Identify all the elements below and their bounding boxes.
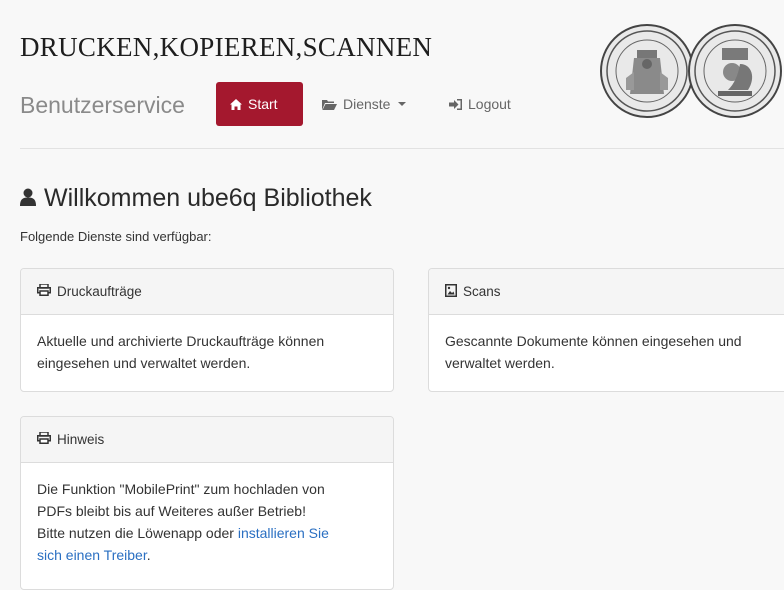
header-divider [20, 148, 784, 149]
panel-body: Gescannte Dokumente können eingesehen un… [429, 315, 784, 374]
print-icon [37, 283, 51, 299]
nav-dienste-label: Dienste [343, 96, 391, 112]
nav-start-label: Start [248, 96, 278, 112]
image-file-icon [445, 283, 457, 300]
panel-header[interactable]: Scans [429, 269, 784, 315]
seal-left-logo [600, 24, 694, 118]
panel-title: Scans [463, 284, 501, 299]
panel-text-line: Die Funktion "MobilePrint" zum hochladen… [37, 481, 325, 497]
panel-text-line: Gescannte Dokumente können eingesehen un… [445, 333, 742, 349]
panel-body: Die Funktion "MobilePrint" zum hochladen… [21, 463, 393, 566]
panel-scans[interactable]: Scans Gescannte Dokumente können eingese… [428, 268, 784, 392]
print-icon [37, 431, 51, 447]
home-icon [230, 98, 242, 110]
nav-logout-label: Logout [468, 96, 511, 112]
driver-install-link[interactable]: installieren Sie [238, 525, 329, 541]
panel-text-line: verwaltet werden. [445, 355, 555, 371]
user-icon [20, 184, 36, 213]
nav-logout-button[interactable]: Logout [445, 82, 515, 126]
panel-text-line: Aktuelle und archivierte Druckaufträge k… [37, 333, 325, 349]
nav-start-button[interactable]: Start [216, 82, 303, 126]
panel-text-segment: . [146, 547, 151, 563]
welcome-text: Willkommen ube6q Bibliothek [44, 184, 372, 212]
welcome-heading: Willkommen ube6q Bibliothek [20, 184, 372, 213]
panel-text-line: Bitte nutzen die Löwenapp oder installie… [37, 522, 377, 544]
panel-text-line: PDFs bleibt bis auf Weiteres außer Betri… [37, 503, 306, 519]
panel-title: Hinweis [57, 432, 105, 447]
panel-text-line: eingesehen und verwaltet werden. [37, 355, 251, 371]
folder-open-icon [322, 99, 337, 110]
caret-down-icon [398, 102, 407, 106]
sign-out-icon [449, 98, 462, 110]
university-seals [600, 24, 782, 118]
panel-text-segment: Bitte nutzen die Löwenapp oder [37, 525, 234, 541]
panel-title: Druckaufträge [57, 284, 142, 299]
panel-header[interactable]: Druckaufträge [21, 269, 393, 315]
panel-header: Hinweis [21, 417, 393, 463]
panel-hinweis: Hinweis Die Funktion "MobilePrint" zum h… [20, 416, 394, 590]
nav-dienste-dropdown[interactable]: Dienste [318, 82, 410, 126]
driver-install-link[interactable]: sich einen Treiber [37, 547, 147, 563]
panel-text-line: sich einen Treiber. [37, 544, 377, 566]
site-title: DRUCKEN,KOPIEREN,SCANNEN [20, 32, 433, 62]
panel-body: Aktuelle und archivierte Druckaufträge k… [21, 315, 393, 374]
site-subtitle: Benutzerservice [20, 92, 185, 118]
seal-right-logo [688, 24, 782, 118]
intro-text: Folgende Dienste sind verfügbar: [20, 229, 212, 244]
panel-druckauftraege[interactable]: Druckaufträge Aktuelle und archivierte D… [20, 268, 394, 392]
